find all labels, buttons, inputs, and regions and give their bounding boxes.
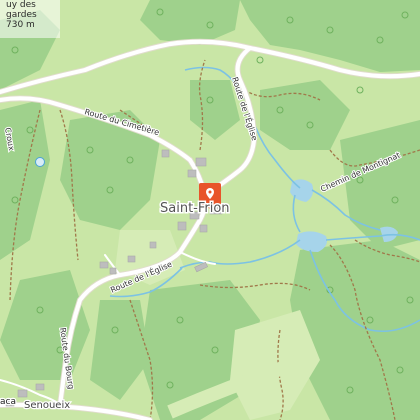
road-label-eglise-south: Route de l'Église [108,258,173,295]
road-label-eglise-north: Route de l'Église [230,75,261,142]
village-label-edge: aca [0,397,16,407]
village-label-senoueix: Senoueix [24,400,70,411]
place-label: Saint-Frion [160,201,230,216]
summit-label: uy des gardes 730 m [0,0,60,38]
road-label-croux: Croux [3,127,16,152]
road-label-montignat: Chemin de Montignat [319,151,401,194]
road-label-cimetiere: Route du Cimetière [83,106,160,137]
summit-label-line1: uy des [6,0,36,10]
map-labels-layer: Saint-Frion Route du Cimetière Route de … [0,74,403,412]
road-label-bourg: Route du Bourg [58,327,76,390]
summit-label-line3: 730 m [6,20,35,30]
summit-label-line2: gardes [6,10,37,20]
map-canvas[interactable]: Saint-Frion Route du Cimetière Route de … [0,0,420,420]
